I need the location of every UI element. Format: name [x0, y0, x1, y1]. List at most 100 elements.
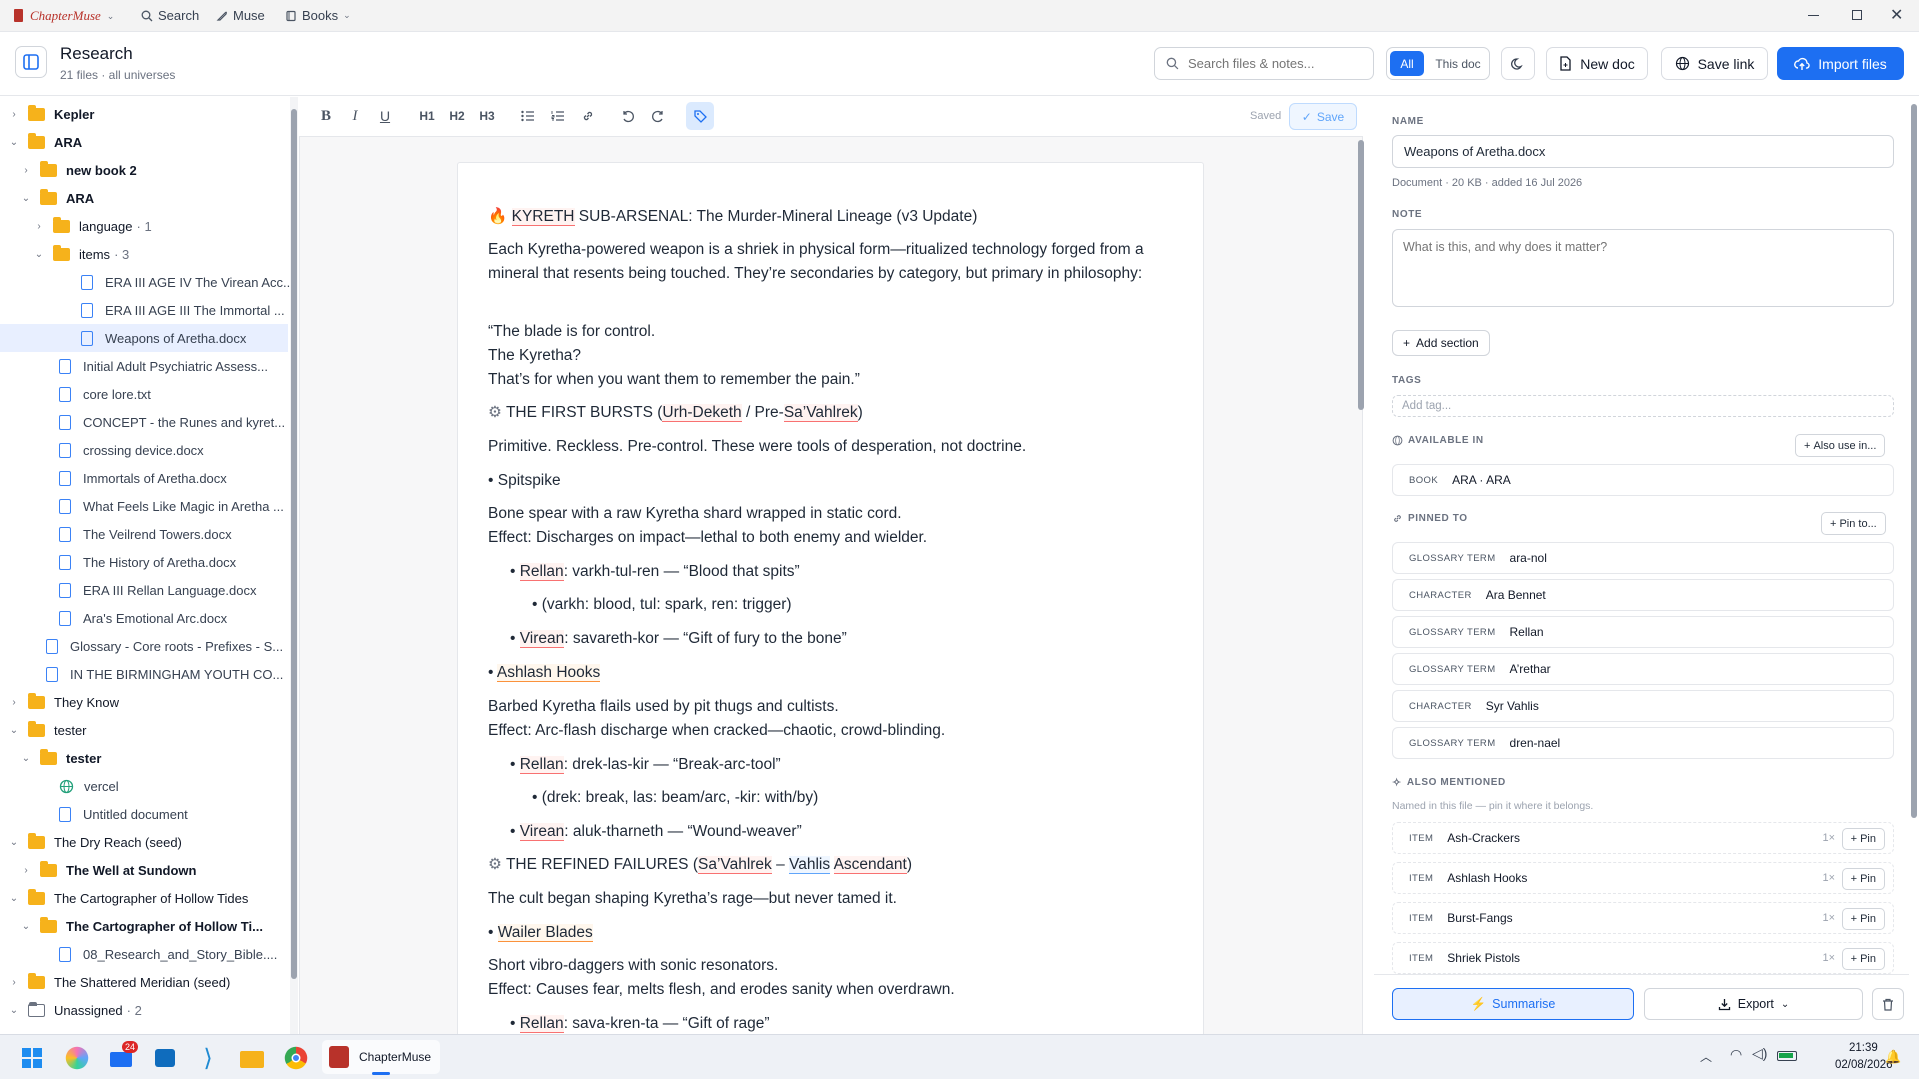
taskbar-app-chaptermuse[interactable]: ChapterMuse	[322, 1040, 440, 1075]
also-use-button[interactable]: + Also use in...	[1795, 434, 1886, 457]
term-ashlash-hooks[interactable]: Ashlash Hooks	[496, 664, 601, 682]
maximize-button[interactable]	[1852, 10, 1862, 20]
bold-button[interactable]: B	[313, 102, 339, 130]
new-doc-button[interactable]: New doc	[1546, 47, 1648, 80]
chevron-down-icon[interactable]: ⌄	[20, 753, 32, 764]
mail-icon[interactable]: 24	[107, 1041, 139, 1073]
chevron-right-icon[interactable]: ›	[8, 109, 20, 120]
scope-this-doc-button[interactable]: This doc	[1429, 51, 1487, 76]
tree-file[interactable]: ERA III AGE IV The Virean Acc...	[0, 268, 290, 296]
theme-toggle-button[interactable]	[1501, 47, 1535, 80]
term-vahlis[interactable]: Vahlis	[789, 856, 831, 874]
h1-button[interactable]: H1	[414, 102, 440, 130]
tag-input[interactable]: Add tag...	[1392, 395, 1894, 417]
nav-books[interactable]: Books ⌄	[285, 8, 351, 23]
save-link-button[interactable]: Save link	[1661, 47, 1768, 80]
tree-file[interactable]: core lore.txt	[0, 380, 288, 408]
tree-file[interactable]: Weapons of Aretha.docx	[0, 324, 288, 352]
tree-file[interactable]: 08_Research_and_Story_Bible....	[0, 940, 288, 968]
term-savahlrek[interactable]: Sa’Vahlrek	[698, 856, 772, 874]
pinned-card[interactable]: CHARACTER Ara Bennet	[1392, 579, 1894, 611]
windows-start-icon[interactable]	[17, 1043, 47, 1073]
undo-button[interactable]	[615, 102, 641, 130]
name-field[interactable]: Weapons of Aretha.docx	[1392, 135, 1894, 168]
pin-button[interactable]: + Pin	[1841, 908, 1885, 930]
tree-file[interactable]: Ara's Emotional Arc.docx	[0, 604, 288, 632]
tree-folder[interactable]: › The Shattered Meridian (seed)	[0, 968, 288, 996]
tree-file[interactable]: CONCEPT - the Runes and kyret...	[0, 408, 288, 436]
pin-to-button[interactable]: + Pin to...	[1821, 512, 1886, 535]
pin-button[interactable]: + Pin	[1841, 948, 1885, 970]
h2-button[interactable]: H2	[444, 102, 470, 130]
chevron-right-icon[interactable]: ›	[20, 165, 32, 176]
bullet-list-button[interactable]	[515, 102, 541, 130]
chrome-icon[interactable]	[284, 1046, 308, 1070]
tray-chevron-up-icon[interactable]: ︿	[1700, 1048, 1712, 1065]
pin-button[interactable]: + Pin	[1841, 868, 1885, 890]
chevron-down-icon[interactable]: ⌄	[8, 725, 20, 736]
chevron-down-icon[interactable]: ⌄	[20, 921, 32, 932]
chevron-right-icon[interactable]: ›	[8, 977, 20, 988]
chevron-right-icon[interactable]: ›	[33, 221, 45, 232]
export-button[interactable]: Export ⌄	[1644, 988, 1863, 1020]
redo-button[interactable]	[645, 102, 671, 130]
sidebar-toggle-button[interactable]	[15, 46, 47, 78]
chevron-down-icon[interactable]: ⌄	[8, 137, 20, 148]
pinned-card[interactable]: GLOSSARY TERM ara-nol	[1392, 542, 1894, 574]
wifi-icon[interactable]: ◠	[1730, 1046, 1742, 1063]
tree-file[interactable]: The Veilrend Towers.docx	[0, 520, 288, 548]
pinned-card[interactable]: CHARACTER Syr Vahlis	[1392, 690, 1894, 722]
tree-folder[interactable]: ⌄ The Dry Reach (seed)	[0, 828, 288, 856]
chevron-down-icon[interactable]: ⌄	[20, 193, 32, 204]
term-savahlrek[interactable]: Sa’Vahlrek	[783, 404, 858, 422]
scrollbar-thumb[interactable]	[291, 109, 297, 979]
minimize-button[interactable]	[1808, 15, 1819, 16]
tree-folder[interactable]: ⌄ tester	[0, 744, 288, 772]
delete-button[interactable]	[1872, 988, 1904, 1020]
underline-button[interactable]: U	[372, 102, 398, 130]
search-box[interactable]	[1154, 47, 1374, 80]
tree-file[interactable]: ERA III Rellan Language.docx	[0, 576, 288, 604]
battery-icon[interactable]	[1777, 1051, 1797, 1061]
numbered-list-button[interactable]	[545, 102, 571, 130]
term-urh-deketh[interactable]: Urh-Deketh	[662, 404, 742, 422]
chevron-down-icon[interactable]: ⌄	[8, 893, 20, 904]
note-field[interactable]	[1392, 229, 1894, 307]
tree-folder[interactable]: ⌄ tester	[0, 716, 288, 744]
add-section-button[interactable]: + Add section	[1392, 330, 1490, 356]
term-wailer-blades[interactable]: Wailer Blades	[497, 924, 593, 942]
pin-button[interactable]: + Pin	[1841, 828, 1885, 850]
term-ascendant[interactable]: Ascendant	[833, 856, 907, 874]
chevron-right-icon[interactable]: ›	[8, 697, 20, 708]
italic-button[interactable]: I	[342, 102, 368, 130]
tree-folder[interactable]: › The Well at Sundown	[0, 856, 288, 884]
chevron-down-icon[interactable]: ⌄	[8, 1005, 20, 1016]
scope-all-button[interactable]: All	[1390, 51, 1424, 76]
chevron-down-icon[interactable]: ⌄	[8, 837, 20, 848]
tree-folder[interactable]: › Kepler	[0, 100, 288, 128]
file-explorer-icon[interactable]	[237, 1043, 267, 1073]
tree-file[interactable]: Initial Adult Psychiatric Assess...	[0, 352, 288, 380]
nav-search[interactable]: Search	[141, 8, 199, 23]
chevron-right-icon[interactable]: ›	[20, 865, 32, 876]
term-virean[interactable]: Virean	[519, 630, 565, 648]
app-menu-button[interactable]: ChapterMuse ⌄	[30, 8, 114, 24]
pinned-card[interactable]: GLOSSARY TERM Rellan	[1392, 616, 1894, 648]
tree-folder[interactable]: › new book 2	[0, 156, 288, 184]
tree-file[interactable]: Glossary - Core roots - Prefixes - S...	[0, 632, 288, 660]
link-button[interactable]	[575, 102, 601, 130]
tree-folder[interactable]: ⌄ items · 3	[0, 240, 288, 268]
tree-file[interactable]: The History of Aretha.docx	[0, 548, 288, 576]
tree-folder[interactable]: › language · 1	[0, 212, 288, 240]
close-window-button[interactable]: ✕	[1890, 5, 1903, 25]
term-rellan[interactable]: Rellan	[519, 1015, 564, 1033]
tree-folder[interactable]: ⌄ ARA	[0, 184, 288, 212]
search-input[interactable]	[1188, 56, 1368, 71]
pinned-card[interactable]: GLOSSARY TERM A’rethar	[1392, 653, 1894, 685]
tree-folder[interactable]: ⌄ The Cartographer of Hollow Ti...	[0, 912, 288, 940]
tree-file[interactable]: Immortals of Aretha.docx	[0, 464, 288, 492]
tag-mentions-button[interactable]	[686, 102, 714, 130]
save-button[interactable]: ✓ Save	[1289, 103, 1357, 130]
tree-folder[interactable]: ⌄ Unassigned · 2	[0, 996, 288, 1024]
term-virean[interactable]: Virean	[519, 823, 565, 841]
